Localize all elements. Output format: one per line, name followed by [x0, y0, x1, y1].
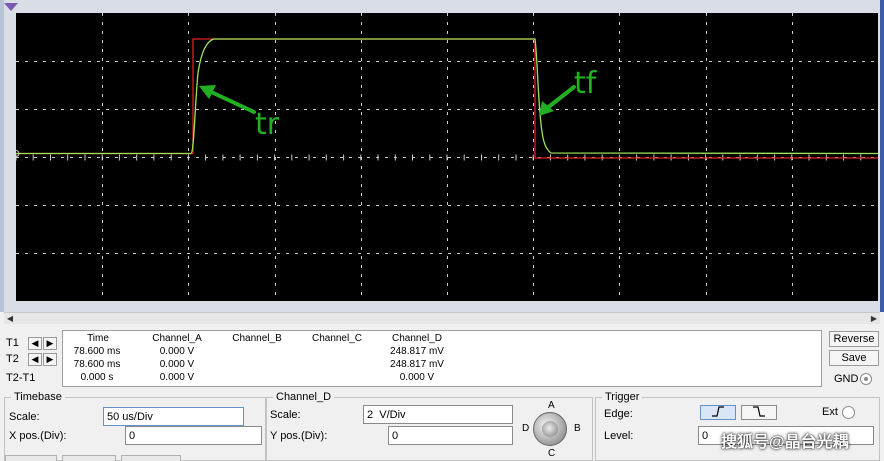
t1-right-arrow-icon[interactable]: ▶ — [43, 336, 57, 350]
scope-left-border — [0, 0, 4, 312]
t2-row: T2 ◀ ▶ — [6, 352, 62, 366]
t1-channel-d: 248.817 mV — [390, 346, 444, 357]
dial-label-b: B — [574, 423, 581, 434]
tf-arrow-line — [544, 85, 576, 111]
measurement-table: Time Channel_A Channel_B Channel_C Chann… — [62, 330, 822, 387]
rising-edge-icon — [712, 406, 724, 417]
header-channel-c: Channel_C — [311, 333, 363, 344]
tf-label: tf — [574, 66, 598, 101]
channel-d-ypos-input[interactable] — [388, 426, 513, 445]
trigger-level-label: Level: — [604, 430, 634, 442]
t2-t1-label: T2-T1 — [6, 372, 36, 384]
t2-right-arrow-icon[interactable]: ▶ — [43, 352, 57, 366]
dial-label-d: D — [522, 423, 530, 434]
t1-left-arrow-icon[interactable]: ◀ — [28, 336, 42, 350]
trigger-edge-label: Edge: — [604, 408, 633, 420]
scroll-right-icon[interactable]: ▶ — [868, 314, 880, 324]
watermark-text: 搜狐号@晶台光耦 — [721, 434, 849, 451]
gnd-label: GND — [834, 373, 859, 385]
t1-label: T1 — [6, 337, 19, 349]
header-time: Time — [87, 333, 109, 344]
dial-label-c: C — [548, 448, 556, 459]
reverse-button[interactable]: Reverse — [829, 331, 879, 347]
tr-label: tr — [255, 107, 280, 142]
trigger-title: Trigger — [602, 391, 643, 403]
oscilloscope-window: tr tf ◀ ▶ T1 ◀ ▶ T2 ◀ ▶ T2-T1 Time Chann… — [0, 0, 884, 461]
trigger-ext-radio[interactable] — [842, 406, 855, 419]
waveform-display: tr tf — [16, 13, 878, 301]
t2-left-arrow-icon[interactable]: ◀ — [28, 352, 42, 366]
bottom-tab-1[interactable] — [5, 455, 57, 461]
channel-d-scale-input[interactable] — [363, 405, 513, 424]
bottom-tab-3[interactable] — [121, 455, 181, 461]
timebase-title: Timebase — [11, 391, 65, 403]
trigger-ext-label: Ext — [822, 406, 838, 418]
falling-edge-button[interactable] — [741, 405, 777, 420]
save-button[interactable]: Save — [829, 350, 879, 366]
channel-d-ypos-label: Y pos.(Div): — [270, 430, 328, 442]
bottom-tab-2[interactable] — [62, 455, 116, 461]
rising-edge-button[interactable] — [700, 405, 736, 420]
timebase-scale-label: Scale: — [9, 411, 40, 423]
gnd-radio[interactable] — [860, 373, 872, 385]
scope-right-border — [880, 0, 884, 312]
dt-channel-a: 0.000 V — [159, 372, 195, 383]
t2-label: T2 — [6, 353, 19, 365]
scope-screen[interactable]: tr tf — [16, 13, 878, 301]
t2-time: 78.600 ms — [73, 359, 121, 370]
header-channel-d: Channel_D — [391, 333, 443, 344]
t2-channel-d: 248.817 mV — [390, 359, 444, 370]
channel-selector-dial-icon[interactable] — [533, 412, 567, 446]
t2-t1-row: T2-T1 — [6, 371, 62, 385]
channel-d-title: Channel_D — [273, 391, 335, 403]
t1-channel-a: 0.000 V — [159, 346, 195, 357]
t2-channel-a: 0.000 V — [159, 359, 195, 370]
dt-time: 0.000 s — [80, 372, 114, 383]
channel-d-scale-label: Scale: — [270, 409, 301, 421]
t1-row: T1 ◀ ▶ — [6, 336, 62, 350]
falling-edge-icon — [753, 406, 765, 417]
timebase-scale-input[interactable] — [103, 407, 244, 426]
cursor-controls: T1 ◀ ▶ T2 ◀ ▶ T2-T1 — [6, 334, 62, 386]
dial-label-a: A — [548, 400, 555, 411]
timebase-xpos-label: X pos.(Div): — [9, 430, 67, 442]
timebase-xpos-input[interactable] — [125, 426, 262, 445]
horizontal-scrollbar[interactable]: ◀ ▶ — [4, 312, 880, 324]
header-channel-a: Channel_A — [152, 333, 202, 344]
cursor-marker-icon[interactable] — [4, 3, 18, 11]
t1-time: 78.600 ms — [73, 346, 121, 357]
header-channel-b: Channel_B — [232, 333, 282, 344]
dt-channel-d: 0.000 V — [399, 372, 435, 383]
scroll-left-icon[interactable]: ◀ — [4, 314, 16, 324]
tr-arrow-line — [205, 88, 256, 114]
